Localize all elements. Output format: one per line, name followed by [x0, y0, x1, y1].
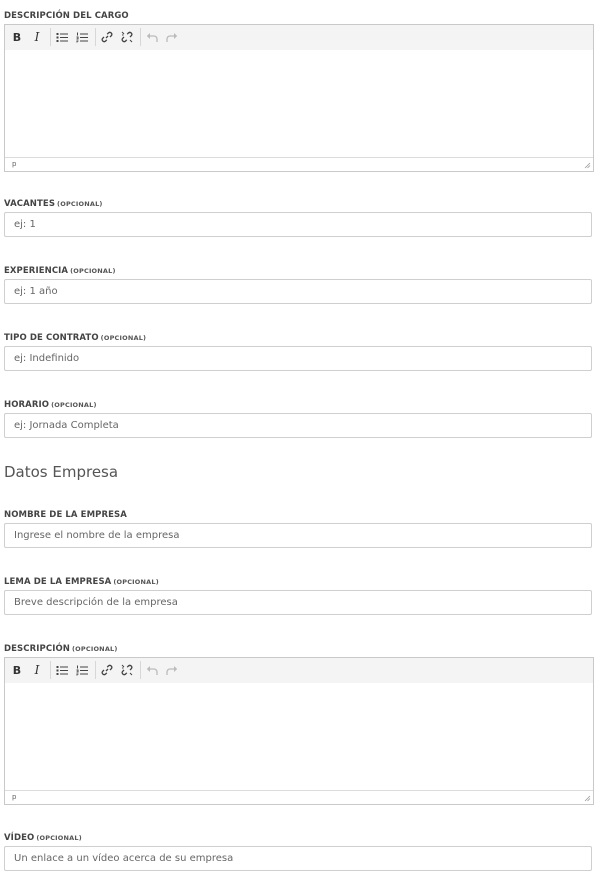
element-path[interactable]: p [12, 792, 16, 802]
contract-type-label: TIPO DE CONTRATO (OPCIONAL) [4, 333, 147, 343]
company-tagline-input[interactable] [4, 590, 592, 615]
link-icon [101, 31, 113, 43]
link-button[interactable] [98, 28, 116, 46]
bullet-list-icon [56, 32, 68, 42]
italic-button[interactable]: I [28, 28, 46, 46]
toolbar-separator [50, 28, 51, 46]
editor-statusbar: p [5, 157, 593, 171]
bullet-list-button[interactable] [53, 28, 71, 46]
editor-toolbar: B I [5, 25, 593, 51]
toolbar-separator [140, 28, 141, 46]
unlink-icon [121, 664, 133, 676]
toolbar-separator [140, 661, 141, 679]
job-description-label: DESCRIPCIÓN DEL CARGO [4, 11, 129, 21]
bullet-list-icon [56, 665, 68, 675]
company-name-label: NOMBRE DE LA EMPRESA [4, 510, 127, 520]
numbered-list-icon [76, 665, 88, 675]
experience-input[interactable] [4, 279, 592, 304]
link-icon [101, 664, 113, 676]
redo-button[interactable] [163, 661, 181, 679]
company-name-input[interactable] [4, 523, 592, 548]
unlink-button[interactable] [118, 28, 136, 46]
company-section-title: Datos Empresa [4, 463, 119, 481]
unlink-button[interactable] [118, 661, 136, 679]
unlink-icon [121, 31, 133, 43]
editor-statusbar: p [5, 790, 593, 804]
numbered-list-button[interactable] [73, 28, 91, 46]
vacancies-input[interactable] [4, 212, 592, 237]
undo-icon [146, 665, 158, 675]
editor-content-area[interactable] [5, 50, 593, 158]
editor-content-area[interactable] [5, 683, 593, 791]
undo-button[interactable] [143, 661, 161, 679]
experience-label: EXPERIENCIA (OPCIONAL) [4, 266, 116, 276]
undo-button[interactable] [143, 28, 161, 46]
schedule-label: HORARIO (OPCIONAL) [4, 400, 97, 410]
company-description-editor: B I p [4, 657, 594, 805]
redo-icon [166, 665, 178, 675]
vacancies-label: VACANTES (OPCIONAL) [4, 199, 103, 209]
company-tagline-label: LEMA DE LA EMPRESA (OPCIONAL) [4, 577, 159, 587]
contract-type-input[interactable] [4, 346, 592, 371]
bold-button[interactable]: B [8, 661, 26, 679]
numbered-list-icon [76, 32, 88, 42]
company-description-label: DESCRIPCIÓN (OPCIONAL) [4, 644, 118, 654]
redo-button[interactable] [163, 28, 181, 46]
numbered-list-button[interactable] [73, 661, 91, 679]
resize-grip-icon[interactable] [584, 162, 591, 169]
editor-toolbar: B I [5, 658, 593, 684]
video-label: VÍDEO (OPCIONAL) [4, 833, 82, 843]
schedule-input[interactable] [4, 413, 592, 438]
job-description-editor: B I p [4, 24, 594, 172]
toolbar-separator [50, 661, 51, 679]
link-button[interactable] [98, 661, 116, 679]
toolbar-separator [95, 661, 96, 679]
bullet-list-button[interactable] [53, 661, 71, 679]
italic-button[interactable]: I [28, 661, 46, 679]
bold-button[interactable]: B [8, 28, 26, 46]
video-input[interactable] [4, 846, 592, 871]
resize-grip-icon[interactable] [584, 795, 591, 802]
element-path[interactable]: p [12, 159, 16, 169]
undo-icon [146, 32, 158, 42]
toolbar-separator [95, 28, 96, 46]
redo-icon [166, 32, 178, 42]
